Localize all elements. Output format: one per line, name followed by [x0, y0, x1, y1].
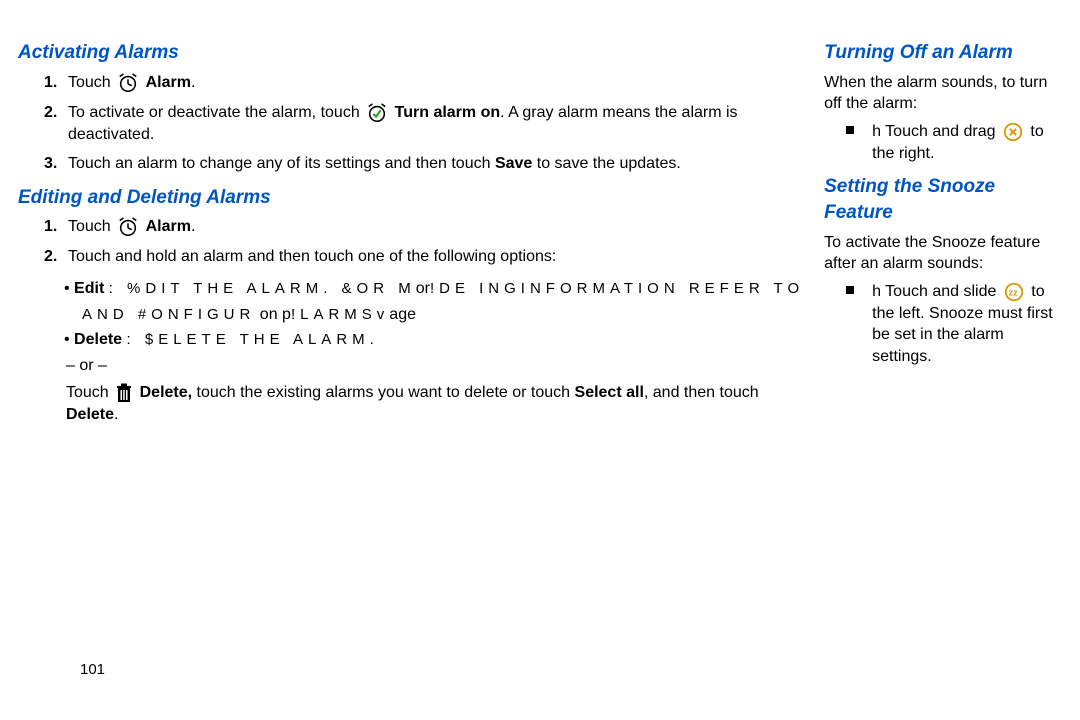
turn-label: Turn	[395, 104, 429, 121]
delete-bold: Delete	[66, 406, 114, 423]
trash-icon	[115, 383, 133, 403]
text: Touch an alarm to change any of its sett…	[68, 155, 495, 172]
delete-label: Delete	[74, 331, 122, 348]
heading-activating-alarms: Activating Alarms	[18, 40, 804, 66]
bullet-list: h Touch and drag to the right.	[824, 121, 1062, 165]
right-column: Turning Off an Alarm When the alarm soun…	[824, 40, 1062, 426]
clock-check-icon	[366, 102, 388, 124]
cancel-circle-icon	[1002, 121, 1024, 143]
editing-list: 1. Touch Alarm. 2. Touch and hold an ala…	[18, 216, 804, 268]
delete-bullet-line: • Delete : $ELETE THE ALARM.	[18, 329, 804, 351]
list-item: h Touch and slide zz to the left. Snooze…	[846, 281, 1062, 368]
alarm-on-label: alarm on	[433, 104, 500, 121]
heading-turning-off: Turning Off an Alarm	[824, 40, 1062, 66]
edit-label: Edit	[74, 280, 104, 297]
garbled-text: on p	[255, 306, 291, 323]
manual-page: Activating Alarms 1. Touch Alarm. 2.	[0, 0, 1080, 426]
paragraph: To activate the Snooze feature after an …	[824, 232, 1062, 275]
garbled-text: age	[389, 306, 416, 323]
paragraph: When the alarm sounds, to turn off the a…	[824, 72, 1062, 115]
text: touch the existing alarms you want to de…	[192, 384, 574, 401]
list-number: 1.	[44, 72, 57, 94]
delete-bold: Delete,	[140, 384, 192, 401]
bullet: •	[64, 331, 74, 348]
list-item: h Touch and drag to the right.	[846, 121, 1062, 165]
text: .	[191, 219, 195, 236]
text: Touch	[68, 219, 111, 236]
select-all-label: Select all	[575, 384, 644, 401]
text: Touch and hold an alarm and then touch o…	[68, 248, 556, 265]
left-column: Activating Alarms 1. Touch Alarm. 2.	[18, 40, 804, 426]
garbled-text: : $ELETE THE ALARM.	[127, 331, 379, 348]
delete-paragraph: Touch Delete, touch the existing alarms …	[18, 382, 804, 425]
bullet: •	[64, 280, 74, 297]
text: .	[191, 74, 195, 91]
or-separator: – or –	[18, 355, 804, 377]
list-item: 2. Touch and hold an alarm and then touc…	[44, 246, 804, 268]
garbled-text: !LARMSv	[291, 306, 389, 323]
bullet-list: h Touch and slide zz to the left. Snooze…	[824, 281, 1062, 368]
alarm-clock-icon	[117, 216, 139, 238]
text: , and then touch	[644, 384, 759, 401]
heading-editing-deleting: Editing and Deleting Alarms	[18, 185, 804, 211]
heading-snooze: Setting the Snooze Feature	[824, 174, 1062, 225]
garbled-text: !DE ING	[430, 280, 521, 297]
garbled-text: AND #ONFIGUR	[82, 306, 255, 323]
edit-bullet-line: • Edit : %DIT THE ALARM. &OR Mor!DE INGI…	[18, 278, 804, 300]
activating-list: 1. Touch Alarm. 2. To activate or deacti…	[18, 72, 804, 175]
garbled-text: INFORMATION REFER TO	[521, 280, 804, 297]
alarm-clock-icon	[117, 72, 139, 94]
text: Touch	[68, 74, 111, 91]
list-item: 2. To activate or deactivate the alarm, …	[44, 102, 804, 146]
list-item: 1. Touch Alarm.	[44, 216, 804, 238]
garbled-text: or	[416, 280, 430, 297]
list-item: 1. Touch Alarm.	[44, 72, 804, 94]
text: To activate or deactivate the alarm, tou…	[68, 104, 360, 121]
list-number: 2.	[44, 102, 57, 124]
text: Touch	[66, 384, 109, 401]
save-label: Save	[495, 155, 532, 172]
text: h Touch and drag	[872, 123, 995, 140]
list-number: 3.	[44, 153, 57, 175]
alarm-label: Alarm	[146, 219, 191, 236]
text: to save the updates.	[532, 155, 681, 172]
page-number: 101	[80, 660, 105, 680]
edit-bullet-line: AND #ONFIGUR on p!LARMSvage	[18, 304, 804, 326]
garbled-text: : %DIT THE ALARM. &OR M	[109, 280, 416, 297]
svg-text:zz: zz	[1008, 288, 1018, 298]
alarm-label: Alarm	[146, 74, 191, 91]
list-item: 3. Touch an alarm to change any of its s…	[44, 153, 804, 175]
snooze-circle-icon: zz	[1003, 281, 1025, 303]
list-number: 1.	[44, 216, 57, 238]
text: .	[114, 406, 118, 423]
text: h Touch and slide	[872, 283, 996, 300]
list-number: 2.	[44, 246, 57, 268]
